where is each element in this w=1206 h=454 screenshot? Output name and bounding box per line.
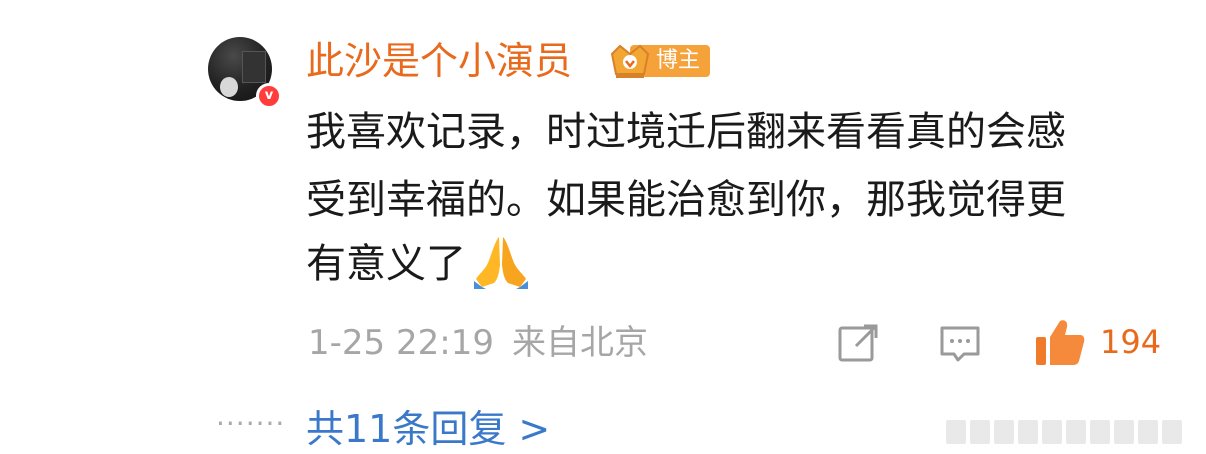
verified-v-icon: v <box>256 83 282 109</box>
avatar-face-shape <box>220 77 238 97</box>
comment-text-line-3: 有意义了 <box>306 232 530 296</box>
comment-meta: 1-25 22:19 来自北京 <box>308 318 648 368</box>
like-button[interactable]: 194 <box>1034 316 1164 368</box>
thumbs-up-icon <box>1036 320 1085 365</box>
comment-text-line-3-text: 有意义了 <box>306 241 466 287</box>
folded-hands-emoji <box>472 233 530 289</box>
avatar[interactable]: v <box>208 37 284 113</box>
crown-icon <box>608 40 652 82</box>
author-name[interactable]: 此沙是个小演员 <box>306 34 572 88</box>
like-count: 194 <box>1100 323 1162 361</box>
comment-text-line-2: 受到幸福的。如果能治愈到你，那我觉得更 <box>306 177 1066 223</box>
comment-location: 来自北京 <box>511 323 648 363</box>
watermark <box>946 416 1196 448</box>
comment-text-line-1: 我喜欢记录，时过境迁后翻来看看真的会感 <box>306 109 1066 155</box>
comment-icon[interactable] <box>938 322 982 366</box>
reply-thread-dots: ······· <box>216 407 286 440</box>
blogger-badge: 博主 <box>608 40 711 82</box>
share-icon[interactable] <box>836 322 880 366</box>
view-replies-link[interactable]: 共11条回复 > <box>306 404 550 454</box>
comment-date: 1-25 22:19 <box>308 323 494 363</box>
avatar-background-shape <box>242 51 266 83</box>
